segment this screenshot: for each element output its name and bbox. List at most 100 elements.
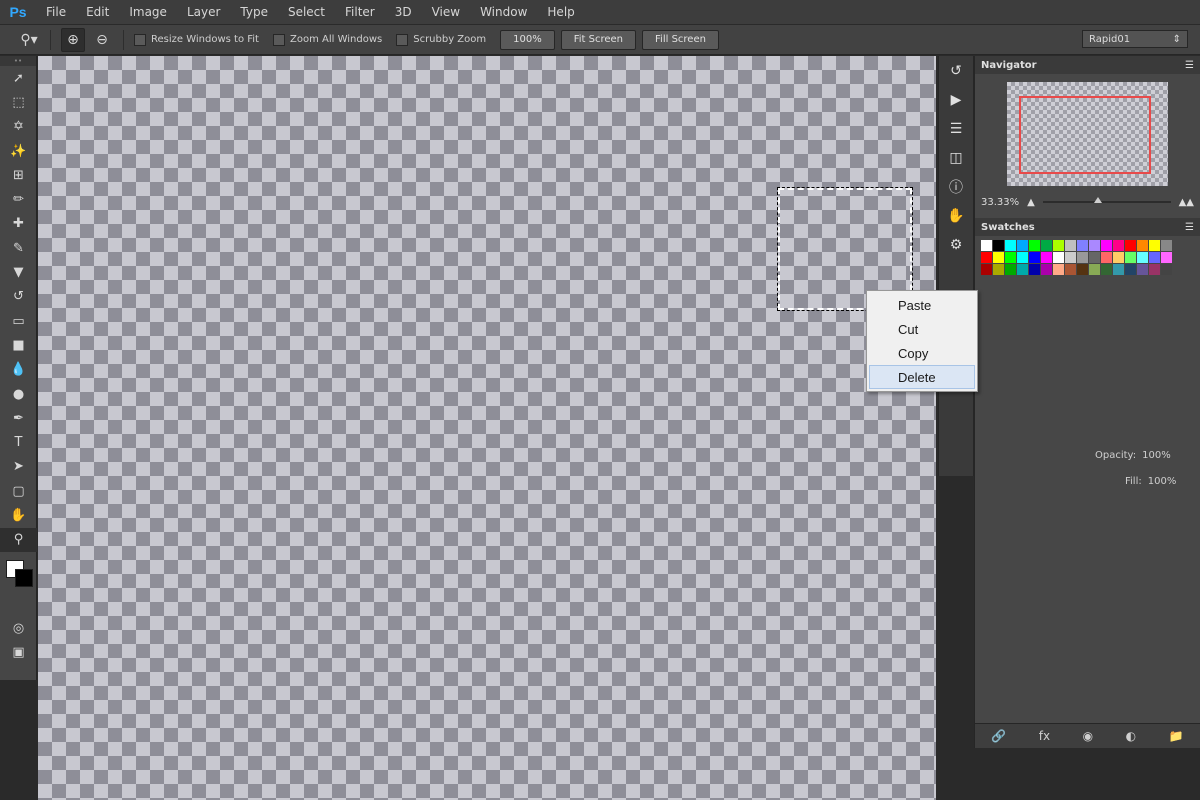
swatch-color[interactable] (1113, 240, 1124, 251)
eyedropper-tool-icon[interactable]: ✏ (0, 187, 37, 211)
zoom-tool-preset-icon[interactable]: ⚲▾ (18, 29, 40, 51)
swatch-color[interactable] (1101, 240, 1112, 251)
panel-menu-icon[interactable]: ☰ (1185, 60, 1194, 71)
menu-type[interactable]: Type (230, 5, 278, 19)
document-canvas[interactable] (38, 56, 936, 800)
crop-tool-icon[interactable]: ⊞ (0, 163, 37, 187)
menu-help[interactable]: Help (537, 5, 584, 19)
history-icon[interactable]: ↺ (939, 56, 973, 85)
menu-layer[interactable]: Layer (177, 5, 230, 19)
navigator-preview[interactable] (1007, 82, 1168, 186)
navigator-zoom-slider[interactable] (1042, 197, 1171, 203)
screen-mode-icon[interactable]: ▣ (0, 640, 37, 664)
swatch-color[interactable] (1113, 264, 1124, 275)
swatch-color[interactable] (1149, 240, 1160, 251)
fit-screen-button[interactable]: Fit Screen (560, 29, 637, 50)
workspace-select[interactable]: Rapid01 ⇕ (1082, 30, 1188, 48)
background-color[interactable] (15, 568, 33, 587)
marquee-tool-icon[interactable]: ⬚ (0, 90, 37, 114)
swatch-color[interactable] (1161, 252, 1172, 263)
eraser-tool-icon[interactable]: ▭ (0, 309, 37, 333)
swatch-color[interactable] (1017, 264, 1028, 275)
swatch-color[interactable] (1041, 264, 1052, 275)
swatch-color[interactable] (993, 240, 1004, 251)
swatch-color[interactable] (1053, 264, 1064, 275)
swatch-color[interactable] (1029, 240, 1040, 251)
swatch-color[interactable] (1113, 252, 1124, 263)
scrubby-zoom-checkbox[interactable]: Scrubby Zoom (396, 33, 486, 46)
opacity-value[interactable]: 100% (1142, 450, 1171, 461)
swatch-color[interactable] (1041, 252, 1052, 263)
swatch-color[interactable] (1125, 252, 1136, 263)
layer-style-fx-icon[interactable]: fx (1039, 729, 1050, 743)
swatches-tab[interactable]: Swatches ☰ (975, 218, 1200, 236)
swatch-color[interactable] (1065, 264, 1076, 275)
healing-brush-tool-icon[interactable]: ✚ (0, 212, 37, 236)
swatch-color[interactable] (1149, 252, 1160, 263)
navigator-zoom-value[interactable]: 33.33% (981, 197, 1019, 208)
swatch-color[interactable] (1101, 252, 1112, 263)
swatch-color[interactable] (1041, 240, 1052, 251)
new-group-icon[interactable]: 📁 (1169, 729, 1184, 743)
context-cut[interactable]: Cut (867, 317, 977, 341)
tool-presets-icon[interactable]: ✋ (939, 201, 973, 230)
adjustments-icon[interactable]: ⚙ (939, 230, 973, 259)
checkbox-box[interactable] (272, 33, 285, 46)
info-icon[interactable]: ⓘ (939, 172, 973, 201)
zoom-tool-icon[interactable]: ⚲ (0, 527, 37, 552)
swatch-color[interactable] (1005, 240, 1016, 251)
swatch-color[interactable] (993, 252, 1004, 263)
menu-3d[interactable]: 3D (385, 5, 422, 19)
fill-screen-button[interactable]: Fill Screen (642, 29, 719, 50)
magic-wand-tool-icon[interactable]: ✨ (0, 139, 37, 163)
swatch-color[interactable] (1005, 264, 1016, 275)
navigator-view-rect[interactable] (1019, 96, 1151, 174)
swatch-color[interactable] (981, 252, 992, 263)
swatch-color[interactable] (1101, 264, 1112, 275)
panel-menu-icon[interactable]: ☰ (1185, 222, 1194, 233)
swatch-color[interactable] (1065, 240, 1076, 251)
menu-file[interactable]: File (36, 5, 76, 19)
swatch-color[interactable] (1149, 264, 1160, 275)
lasso-tool-icon[interactable]: ✡ (0, 115, 37, 139)
swatch-color[interactable] (1125, 240, 1136, 251)
clone-stamp-tool-icon[interactable]: ▼ (0, 260, 37, 284)
actions-play-icon[interactable]: ▶ (939, 85, 973, 114)
panel-grip-icon[interactable]: •• (0, 56, 36, 66)
layer-comps-icon[interactable]: ◫ (939, 143, 973, 172)
swatch-color[interactable] (1161, 264, 1172, 275)
swatch-color[interactable] (1017, 252, 1028, 263)
brush-presets-icon[interactable]: ☰ (939, 114, 973, 143)
swatch-color[interactable] (981, 240, 992, 251)
swatch-color[interactable] (1053, 252, 1064, 263)
history-brush-tool-icon[interactable]: ↺ (0, 285, 37, 309)
menu-window[interactable]: Window (470, 5, 537, 19)
swatch-color[interactable] (1137, 264, 1148, 275)
blur-tool-icon[interactable]: 💧 (0, 358, 37, 382)
zoom-all-windows-checkbox[interactable]: Zoom All Windows (272, 33, 382, 46)
swatch-color[interactable] (1089, 240, 1100, 251)
swatch-color[interactable] (1029, 252, 1040, 263)
swatch-color[interactable] (1137, 252, 1148, 263)
swatch-color[interactable] (993, 264, 1004, 275)
menu-view[interactable]: View (422, 5, 470, 19)
swatch-color[interactable] (1089, 264, 1100, 275)
rectangle-tool-icon[interactable]: ▢ (0, 479, 37, 503)
swatch-color[interactable] (1089, 252, 1100, 263)
swatch-color[interactable] (1077, 240, 1088, 251)
menu-select[interactable]: Select (278, 5, 335, 19)
layer-mask-icon[interactable]: ◉ (1083, 729, 1093, 743)
zoom-in-mountain-icon[interactable]: ▲▲ (1179, 197, 1194, 208)
zoom-out-icon[interactable]: ⊖ (91, 29, 113, 51)
adjustment-layer-icon[interactable]: ◐ (1126, 729, 1136, 743)
swatch-color[interactable] (1029, 264, 1040, 275)
pen-tool-icon[interactable]: ✒ (0, 406, 37, 430)
swatch-color[interactable] (1005, 252, 1016, 263)
context-paste[interactable]: Paste (867, 293, 977, 317)
swatch-color[interactable] (1161, 240, 1172, 251)
menu-image[interactable]: Image (119, 5, 177, 19)
type-tool-icon[interactable]: T (0, 430, 37, 454)
swatch-color[interactable] (1125, 264, 1136, 275)
checkbox-box[interactable] (396, 33, 409, 46)
context-delete[interactable]: Delete (869, 365, 975, 389)
